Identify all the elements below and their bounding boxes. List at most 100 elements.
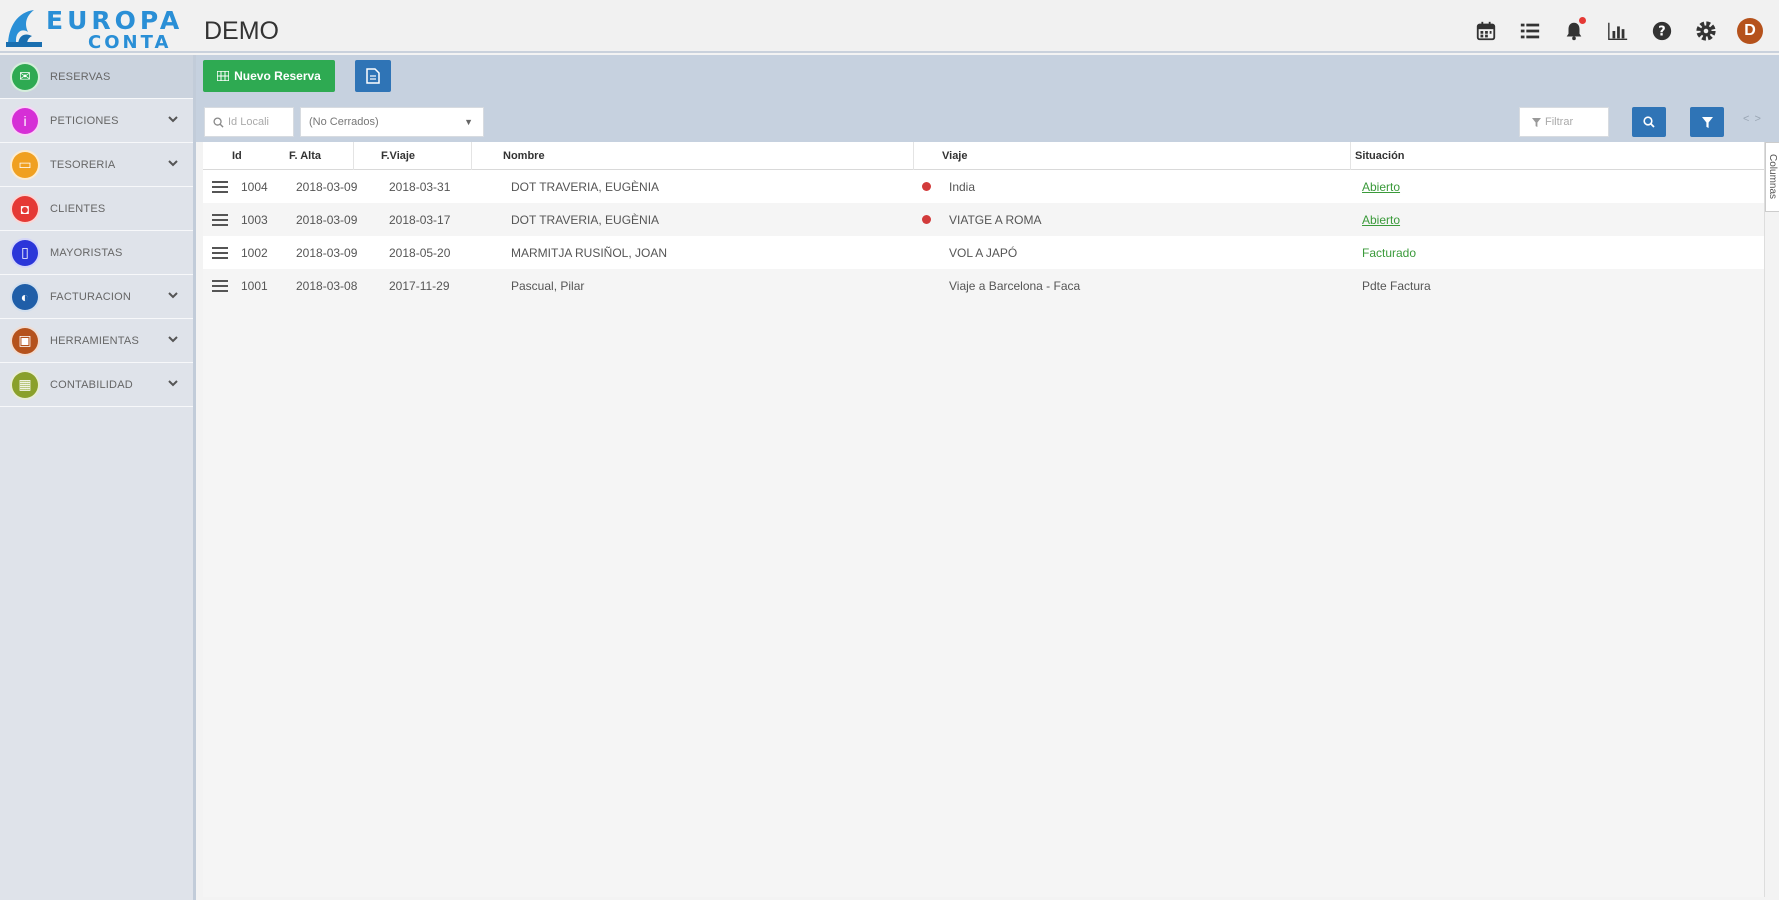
sidebar-item-label: PETICIONES bbox=[50, 114, 119, 127]
money-icon: ▭ bbox=[10, 149, 40, 180]
envelope-icon: ✉ bbox=[10, 61, 40, 92]
table-row[interactable]: 1003 2018-03-09 2018-03-17 DOT TRAVERIA, EU… bbox=[203, 203, 1764, 236]
cell-nombre: Pascual, Pilar bbox=[511, 278, 585, 293]
collapse-toggle[interactable]: < > bbox=[1743, 113, 1762, 125]
header-nombre[interactable]: Nombre bbox=[503, 142, 545, 169]
logo-text-conta: CONTA bbox=[88, 32, 172, 53]
sidebar-item-label: CONTABILIDAD bbox=[50, 378, 133, 391]
cell-viaje: VOL A JAPÓ bbox=[949, 245, 1018, 260]
alert-dot-icon bbox=[922, 170, 931, 203]
cell-fecha-viaje: 2018-03-17 bbox=[389, 212, 451, 227]
caret-down-icon: ▼ bbox=[464, 117, 473, 127]
row-menu-icon[interactable] bbox=[212, 203, 228, 236]
notification-dot bbox=[1579, 17, 1586, 24]
sidebar-item-peticiones[interactable]: i PETICIONES bbox=[0, 99, 193, 143]
grid-body: 1004 2018-03-09 2018-03-31 DOT TRAVERIA, EU… bbox=[203, 170, 1764, 302]
sidebar-item-mayoristas[interactable]: ▯ MAYORISTAS bbox=[0, 231, 193, 275]
sidebar-item-label: CLIENTES bbox=[50, 202, 106, 215]
list-icon[interactable] bbox=[1517, 18, 1543, 44]
columns-panel-tab[interactable]: Columnas bbox=[1765, 142, 1779, 212]
status-select-value: (No Cerrados) bbox=[309, 116, 379, 128]
header-viaje[interactable]: Viaje bbox=[942, 142, 968, 169]
calculator-icon: ▦ bbox=[10, 369, 40, 400]
cell-id: 1002 bbox=[241, 245, 268, 260]
sidebar-item-label: HERRAMIENTAS bbox=[50, 334, 139, 347]
cell-fecha-viaje: 2018-03-31 bbox=[389, 179, 451, 194]
cell-situacion: Pdte Factura bbox=[1362, 278, 1431, 293]
header-id[interactable]: Id bbox=[232, 142, 242, 169]
sidebar-item-tesoreria[interactable]: ▭ TESORERIA bbox=[0, 143, 193, 187]
calendar-icon[interactable] bbox=[1473, 18, 1499, 44]
cell-fecha-viaje: 2017-11-29 bbox=[389, 278, 450, 293]
document-icon bbox=[366, 68, 380, 84]
sidebar-item-label: MAYORISTAS bbox=[50, 246, 123, 259]
filter-placeholder: Filtrar bbox=[1545, 116, 1574, 128]
sidebar-item-label: RESERVAS bbox=[50, 70, 111, 83]
funnel-icon bbox=[1532, 117, 1541, 127]
cell-situacion: Facturado bbox=[1362, 245, 1417, 260]
filter-input[interactable]: Filtrar bbox=[1519, 107, 1609, 137]
id-search-input[interactable]: Id Locali bbox=[204, 107, 294, 137]
reservations-grid: Id F. Alta F.Viaje Nombre Viaje Situació… bbox=[203, 142, 1765, 897]
sidebar-item-contabilidad[interactable]: ▦ CONTABILIDAD bbox=[0, 363, 193, 407]
header-fecha-viaje[interactable]: F.Viaje bbox=[381, 142, 415, 169]
id-search-placeholder: Id Locali bbox=[228, 116, 269, 128]
cell-viaje: VIATGE A ROMA bbox=[949, 212, 1042, 227]
help-icon[interactable]: ? bbox=[1649, 18, 1675, 44]
toolbox-icon: ▣ bbox=[10, 325, 40, 356]
cell-id: 1003 bbox=[241, 212, 268, 227]
search-button[interactable] bbox=[1632, 107, 1666, 137]
search-icon bbox=[213, 116, 224, 128]
header-situacion[interactable]: Situación bbox=[1355, 142, 1405, 169]
invoice-icon: ◐ bbox=[10, 281, 40, 312]
cell-viaje: Viaje a Barcelona - Faca bbox=[949, 278, 1081, 293]
chevron-down-icon[interactable] bbox=[167, 289, 181, 303]
new-reservation-button[interactable]: Nuevo Reserva bbox=[203, 60, 335, 92]
cell-situacion[interactable]: Abierto bbox=[1362, 170, 1400, 203]
page-title: DEMO bbox=[204, 17, 279, 45]
cell-fecha-viaje: 2018-05-20 bbox=[389, 245, 451, 260]
cell-id: 1004 bbox=[241, 179, 268, 194]
user-avatar[interactable]: D bbox=[1737, 18, 1763, 44]
filter-button[interactable] bbox=[1690, 107, 1724, 137]
settings-icon[interactable] bbox=[1693, 18, 1719, 44]
grid-header: Id F. Alta F.Viaje Nombre Viaje Situació… bbox=[203, 142, 1764, 170]
cell-situacion[interactable]: Abierto bbox=[1362, 203, 1400, 236]
chevron-down-icon[interactable] bbox=[167, 333, 181, 347]
svg-text:?: ? bbox=[1658, 25, 1665, 40]
europa-conta-logo[interactable]: EUROPA CONTA bbox=[2, 4, 179, 53]
cell-nombre: DOT TRAVERIA, EUGÈNIA bbox=[511, 179, 660, 194]
sidebar-item-facturacion[interactable]: ◐ FACTURACION bbox=[0, 275, 193, 319]
cell-alta: 2018-03-08 bbox=[296, 278, 358, 293]
table-row[interactable]: 1001 2018-03-08 2017-11-29 Pascual, Pilar Vi… bbox=[203, 269, 1764, 302]
cell-id: 1001 bbox=[241, 278, 268, 293]
sidebar-item-label: FACTURACION bbox=[50, 290, 132, 303]
chevron-down-icon[interactable] bbox=[167, 157, 181, 171]
chevron-down-icon[interactable] bbox=[167, 377, 181, 391]
chevron-down-icon[interactable] bbox=[167, 113, 181, 127]
row-menu-icon[interactable] bbox=[212, 170, 228, 203]
sidebar-item-herramientas[interactable]: ▣ HERRAMIENTAS bbox=[0, 319, 193, 363]
cell-viaje: India bbox=[949, 179, 976, 194]
search-icon bbox=[1643, 116, 1655, 128]
bar-chart-icon[interactable] bbox=[1605, 18, 1631, 44]
header-alta[interactable]: F. Alta bbox=[289, 142, 321, 169]
document-button[interactable] bbox=[355, 60, 391, 92]
cell-nombre: DOT TRAVERIA, EUGÈNIA bbox=[511, 212, 660, 227]
bell-icon[interactable] bbox=[1561, 17, 1587, 44]
header-icons: ? D bbox=[1473, 17, 1763, 44]
grid-icon bbox=[217, 71, 230, 81]
wave-logo-icon bbox=[6, 10, 42, 47]
cell-alta: 2018-03-09 bbox=[296, 245, 358, 260]
cell-alta: 2018-03-09 bbox=[296, 179, 358, 194]
funnel-icon bbox=[1701, 116, 1713, 128]
shirt-icon: ◘ bbox=[10, 193, 40, 224]
row-menu-icon[interactable] bbox=[212, 236, 228, 269]
logo-text-europa: EUROPA bbox=[46, 6, 184, 35]
status-select[interactable]: (No Cerrados) ▼ bbox=[300, 107, 484, 137]
sidebar-item-reservas[interactable]: ✉ RESERVAS bbox=[0, 55, 193, 99]
sidebar-item-clientes[interactable]: ◘ CLIENTES bbox=[0, 187, 193, 231]
row-menu-icon[interactable] bbox=[212, 269, 228, 302]
table-row[interactable]: 1004 2018-03-09 2018-03-31 DOT TRAVERIA, EU… bbox=[203, 170, 1764, 203]
table-row[interactable]: 1002 2018-03-09 2018-05-20 MARMITJA RUSIÑOL… bbox=[203, 236, 1764, 269]
